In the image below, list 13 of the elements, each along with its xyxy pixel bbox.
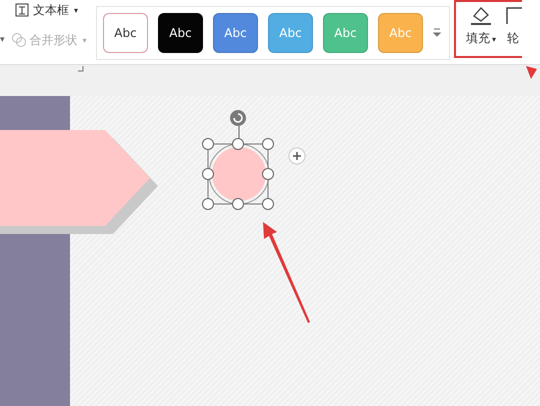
more-styles-icon[interactable]	[433, 28, 443, 38]
shape-style-swatch[interactable]: Abc	[158, 13, 203, 53]
shape-style-swatch[interactable]: Abc	[213, 13, 258, 53]
outline-button[interactable]: 轮	[504, 4, 522, 56]
text-box-button[interactable]: 文本框 ▾	[14, 2, 78, 18]
add-icon[interactable]	[288, 147, 306, 165]
shape-style-swatch[interactable]: Abc	[103, 13, 148, 53]
pointer-arrow	[524, 65, 538, 81]
dialog-launcher-icon[interactable]	[78, 66, 84, 72]
fill-button[interactable]: 填充 ▾	[466, 4, 496, 56]
caret-icon: ▾	[0, 35, 5, 45]
overlapping-circles-icon	[10, 32, 27, 48]
text-box-icon	[14, 2, 30, 18]
